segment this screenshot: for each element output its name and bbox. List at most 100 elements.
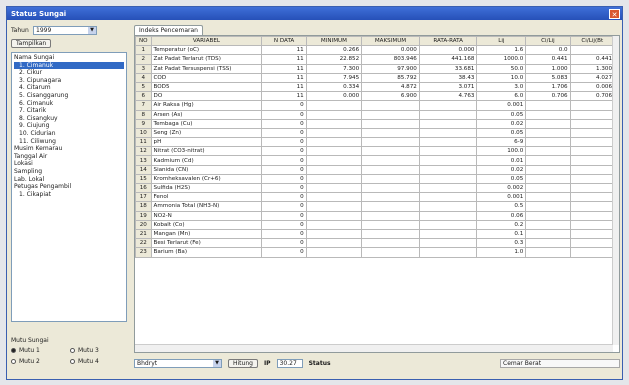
table-cell[interactable] <box>305 238 363 249</box>
table-row[interactable]: 9 Tembaga (Cu) 0 0.02 <box>135 118 616 129</box>
column-header[interactable]: Ci/Lij(Bt <box>569 36 616 47</box>
table-cell[interactable] <box>361 192 420 203</box>
table-cell[interactable] <box>418 146 478 157</box>
table-cell[interactable] <box>569 210 616 221</box>
table-cell[interactable]: 0.02 <box>476 118 527 129</box>
table-cell[interactable]: Seng (Zn) <box>150 127 263 139</box>
tree-item[interactable]: 10. Cidurian <box>14 130 124 138</box>
mutu-radio[interactable]: Mutu 3 <box>70 347 129 354</box>
table-cell[interactable]: 0.706 <box>569 91 616 102</box>
table-cell[interactable]: 0.441 <box>569 54 616 65</box>
radio-icon[interactable] <box>70 348 75 353</box>
column-header[interactable]: Ci/Lij <box>525 36 571 47</box>
table-row[interactable]: 16 Sulfida (H2S) 0 0.002 <box>135 182 616 194</box>
table-cell[interactable]: 0 <box>261 210 307 221</box>
table-row[interactable]: 2 Zat Padat Terlarut (TDS) 11 22.852 803.946… <box>135 54 616 65</box>
table-cell[interactable] <box>525 210 571 221</box>
table-cell[interactable]: 0.05 <box>476 127 527 139</box>
table-cell[interactable] <box>569 247 616 258</box>
tree-item[interactable]: Tanggal Air <box>14 153 124 161</box>
table-row[interactable]: 19 NO2-N 0 0.06 <box>135 210 616 221</box>
table-cell[interactable] <box>569 155 616 166</box>
table-cell[interactable] <box>361 100 420 111</box>
table-cell[interactable]: 0.000 <box>305 91 363 102</box>
table-cell[interactable] <box>569 238 616 249</box>
table-cell[interactable]: 50.0 <box>476 63 527 74</box>
year-select[interactable]: 1999 ▼ <box>33 26 97 35</box>
table-cell[interactable] <box>305 164 363 175</box>
table-cell[interactable]: 0.441 <box>525 54 571 65</box>
table-cell[interactable] <box>305 155 363 166</box>
table-cell[interactable] <box>305 192 363 203</box>
table-cell[interactable] <box>569 173 616 185</box>
table-cell[interactable]: 6.900 <box>361 91 420 102</box>
table-cell[interactable] <box>525 127 571 139</box>
table-cell[interactable]: 0 <box>261 109 307 120</box>
table-cell[interactable]: Kadmium (Cd) <box>150 155 263 166</box>
table-cell[interactable]: 0.334 <box>305 81 363 93</box>
mutu-radio[interactable]: Mutu 1 <box>11 347 70 354</box>
table-cell[interactable] <box>525 192 571 203</box>
table-cell[interactable]: 0.5 <box>476 201 527 212</box>
tree-item[interactable]: Nama Sungai <box>14 54 124 62</box>
table-cell[interactable] <box>418 100 478 111</box>
tree-item[interactable]: 7. Citarik <box>14 107 124 115</box>
table-cell[interactable]: 0 <box>261 247 307 258</box>
table-cell[interactable] <box>525 109 571 120</box>
table-cell[interactable] <box>525 182 571 194</box>
table-cell[interactable]: 0.0 <box>525 45 571 56</box>
column-header[interactable]: RATA-RATA <box>418 36 478 47</box>
table-cell[interactable] <box>305 109 363 120</box>
table-cell[interactable]: 11 <box>261 63 307 74</box>
table-cell[interactable]: 11 <box>261 45 307 56</box>
table-cell[interactable]: 0.000 <box>418 45 478 56</box>
table-cell[interactable] <box>525 164 571 175</box>
table-cell[interactable]: 38.43 <box>418 72 478 83</box>
table-cell[interactable] <box>361 155 420 166</box>
table-cell[interactable] <box>361 164 420 175</box>
table-cell[interactable]: 1.6 <box>476 45 527 56</box>
table-cell[interactable]: 0.3 <box>476 238 527 249</box>
table-cell[interactable]: Kromheksavalen (Cr+6) <box>150 173 263 185</box>
table-cell[interactable]: Zat Padat Tersuspensi (TSS) <box>150 63 263 74</box>
table-cell[interactable]: pH <box>150 137 263 148</box>
table-cell[interactable]: Mangan (Mn) <box>150 228 263 240</box>
table-cell[interactable]: 0 <box>261 118 307 129</box>
table-cell[interactable] <box>525 247 571 258</box>
table-row[interactable]: 12 Nitrat (CO3-nitrat) 0 100.0 <box>135 146 616 157</box>
table-cell[interactable]: 803.946 <box>361 54 420 65</box>
table-row[interactable]: 20 Kobalt (Co) 0 0.2 <box>135 219 616 230</box>
radio-icon[interactable] <box>11 348 16 353</box>
table-cell[interactable]: 0 <box>261 228 307 240</box>
table-cell[interactable]: 0 <box>261 182 307 194</box>
table-cell[interactable]: Sianida (CN) <box>150 164 263 175</box>
table-cell[interactable]: 1.706 <box>525 81 571 93</box>
table-cell[interactable] <box>305 173 363 185</box>
column-header[interactable]: N DATA <box>261 36 307 47</box>
table-cell[interactable]: 0.2 <box>476 219 527 230</box>
hitung-button[interactable]: Hitung <box>228 358 258 368</box>
table-cell[interactable] <box>305 127 363 139</box>
column-header[interactable]: Lij <box>476 36 527 47</box>
table-row[interactable]: 8 Arsen (As) 0 0.05 <box>135 109 616 120</box>
table-cell[interactable]: 0.05 <box>476 173 527 185</box>
table-cell[interactable] <box>418 201 478 212</box>
tree-item[interactable]: Petugas Pengambil <box>14 183 124 191</box>
table-cell[interactable] <box>569 118 616 129</box>
tree-item[interactable]: 8. Cisangkuy <box>14 115 124 123</box>
table-cell[interactable]: 22.852 <box>305 54 363 65</box>
column-header[interactable]: MINIMUM <box>305 36 363 47</box>
table-cell[interactable]: Ammonia Total (NH3-N) <box>150 201 263 212</box>
table-row[interactable]: 7 Air Raksa (Hg) 0 0.001 <box>135 100 616 111</box>
table-row[interactable]: 1 Temperatur (oC) 11 0.266 0.000 0.000 1.6 0.0 <box>135 45 616 56</box>
table-row[interactable]: 3 Zat Padat Tersuspensi (TSS) 11 7.300 97.90… <box>135 63 616 74</box>
table-cell[interactable] <box>361 182 420 194</box>
table-cell[interactable]: Barium (Ba) <box>150 247 263 258</box>
table-cell[interactable] <box>569 45 616 56</box>
table-cell[interactable] <box>418 182 478 194</box>
table-cell[interactable] <box>361 146 420 157</box>
radio-icon[interactable] <box>70 359 75 364</box>
table-cell[interactable] <box>569 201 616 212</box>
column-header[interactable]: MAKSIMUM <box>361 36 420 47</box>
table-cell[interactable]: 0 <box>261 173 307 185</box>
